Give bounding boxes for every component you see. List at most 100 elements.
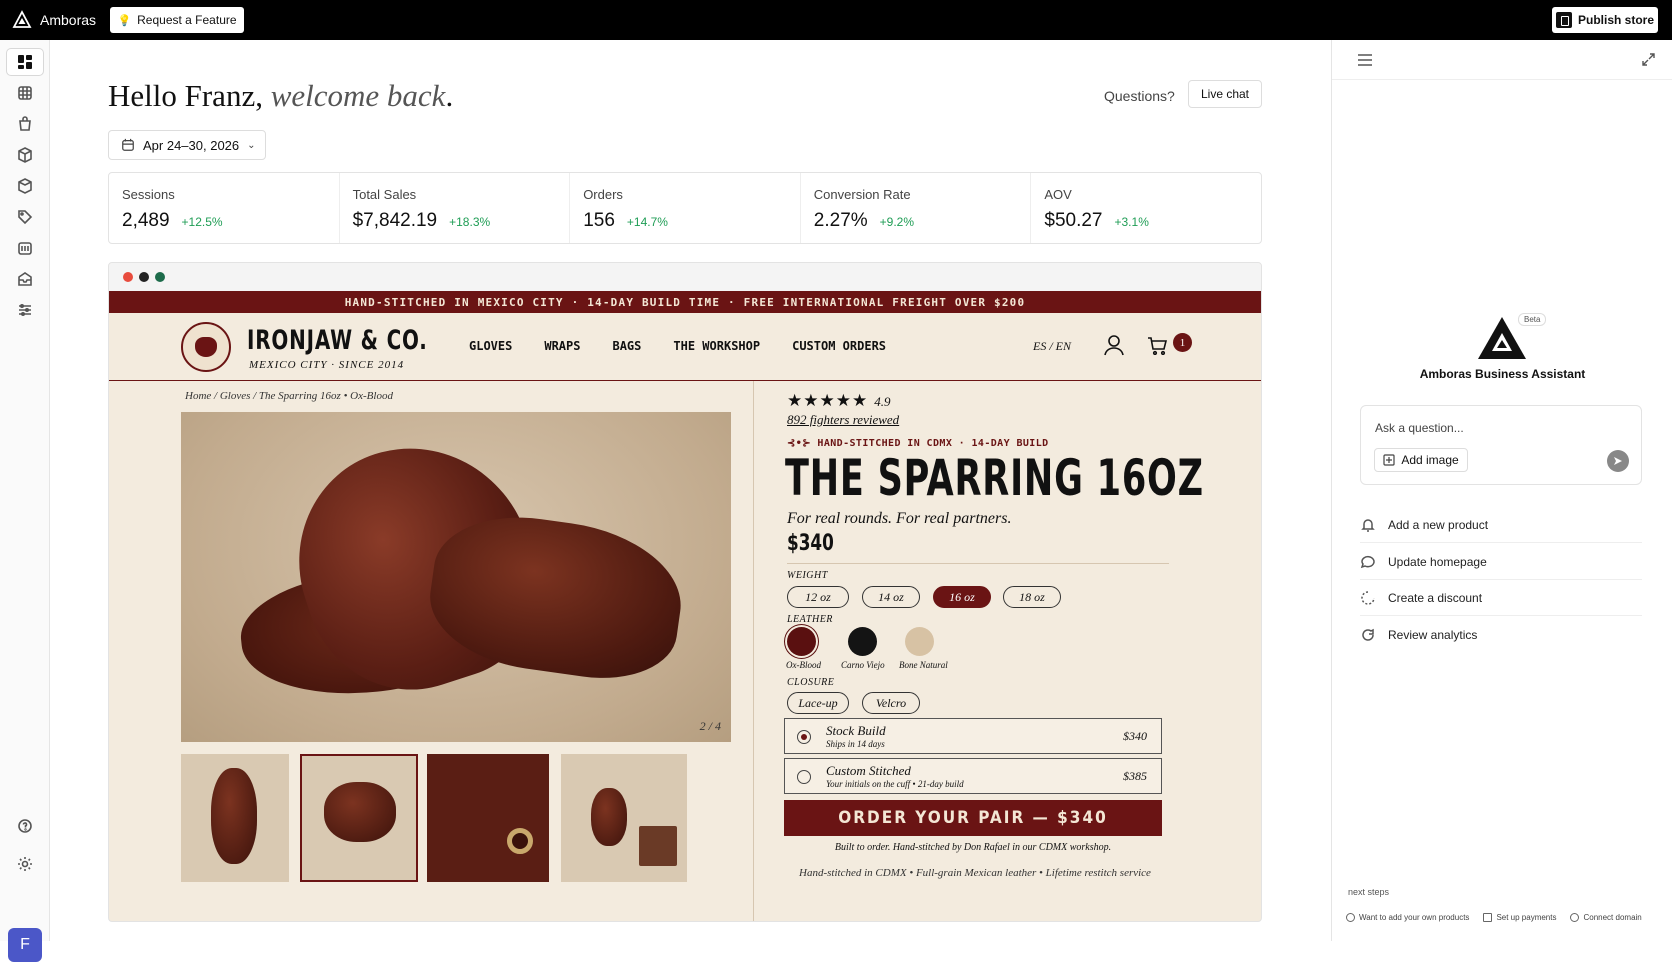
leather-swatch-carno-viejo[interactable] xyxy=(848,627,877,656)
nav-settings-sliders[interactable] xyxy=(6,296,44,324)
action-create-discount[interactable]: Create a discount xyxy=(1360,580,1642,616)
stat-change: +9.2% xyxy=(879,215,915,229)
leather-swatch-ox-blood[interactable] xyxy=(787,627,816,656)
product-thumbnail[interactable] xyxy=(427,754,549,882)
add-image-label: Add image xyxy=(1401,453,1459,467)
brand[interactable]: Amboras xyxy=(12,10,96,30)
ask-question-box[interactable]: Ask a question... Add image xyxy=(1360,405,1642,485)
radio[interactable] xyxy=(797,770,811,784)
next-step-payments[interactable]: Set up payments xyxy=(1483,913,1556,922)
stat-conversion-rate[interactable]: Conversion Rate 2.27% +9.2% xyxy=(801,173,1032,243)
next-step-label: Set up payments xyxy=(1496,913,1557,922)
reviews-link[interactable]: 892 fighters reviewed xyxy=(787,412,899,428)
rating-stars: ★★★★★ 4.9 xyxy=(787,391,890,411)
weight-option[interactable]: 18 oz xyxy=(1003,586,1061,608)
live-chat-button[interactable]: Live chat xyxy=(1188,80,1262,108)
next-steps-row: Want to add your own products Set up pay… xyxy=(1346,913,1666,922)
shop-nav-custom-orders[interactable]: CUSTOM ORDERS xyxy=(792,339,886,353)
language-switch[interactable]: ES / EN xyxy=(1033,339,1071,354)
boxing-gloves-logo-icon[interactable] xyxy=(181,322,231,372)
swatch-label: Carno Viejo xyxy=(841,660,885,670)
menu-icon[interactable] xyxy=(1358,54,1372,66)
date-range-picker[interactable]: Apr 24–30, 2026 ⌄ xyxy=(108,130,266,160)
shop-name[interactable]: IRONJAW & CO. xyxy=(247,325,428,356)
shop-nav-wraps[interactable]: WRAPS xyxy=(544,339,580,353)
weight-option[interactable]: 12 oz xyxy=(787,586,849,608)
weight-option-selected[interactable]: 16 oz xyxy=(933,586,991,608)
user-icon[interactable] xyxy=(1104,334,1124,356)
build-detail: Ships in 14 days xyxy=(826,739,885,749)
brand-name: Amboras xyxy=(40,12,97,28)
nav-tag[interactable] xyxy=(6,203,44,231)
questions-label: Questions? xyxy=(1104,88,1175,104)
build-title: Stock Build xyxy=(826,723,886,738)
nav-settings[interactable] xyxy=(6,850,44,878)
nav-help[interactable] xyxy=(6,812,44,840)
shop-nav-gloves[interactable]: GLOVES xyxy=(469,339,512,353)
action-add-product[interactable]: Add a new product xyxy=(1360,507,1642,543)
stat-value: $50.27 xyxy=(1044,210,1103,231)
nav-dashboard[interactable] xyxy=(6,48,44,76)
avatar[interactable]: F xyxy=(8,928,42,962)
build-option-stock[interactable]: Stock Build Ships in 14 days $340 xyxy=(784,718,1162,754)
add-image-button[interactable]: Add image xyxy=(1374,448,1468,472)
cart-count-badge: 1 xyxy=(1173,333,1192,352)
calendar-icon xyxy=(18,242,32,255)
shop-nav-workshop[interactable]: THE WORKSHOP xyxy=(673,339,760,353)
window-close-dot xyxy=(123,272,133,282)
request-feature-button[interactable]: 💡 Request a Feature xyxy=(110,7,244,33)
radio-selected[interactable] xyxy=(797,730,811,744)
action-review-analytics[interactable]: Review analytics xyxy=(1360,617,1642,653)
greeting: Hello Franz, welcome back. xyxy=(108,78,453,114)
stat-value: 2.27% xyxy=(813,210,868,231)
action-update-homepage[interactable]: Update homepage xyxy=(1360,544,1642,580)
settings-icon xyxy=(18,857,32,871)
browser-bar xyxy=(109,263,1261,291)
ask-question-input[interactable]: Ask a question... xyxy=(1375,421,1464,435)
nav-inbox[interactable] xyxy=(6,265,44,293)
card-icon xyxy=(1483,913,1493,922)
expand-icon[interactable] xyxy=(1642,53,1655,66)
product-price: $340 xyxy=(787,531,834,556)
closure-option[interactable]: Lace-up xyxy=(787,692,849,714)
build-option-custom[interactable]: Custom Stitched Your initials on the cuf… xyxy=(784,758,1162,794)
main-content: Hello Franz, welcome back. Questions? Li… xyxy=(50,40,1330,941)
shop-nav-bags[interactable]: BAGS xyxy=(612,339,641,353)
next-step-domain[interactable]: Connect domain xyxy=(1570,913,1642,922)
footer-note: Hand-stitched in CDMX • Full-grain Mexic… xyxy=(799,867,1151,879)
closure-option[interactable]: Velcro xyxy=(862,692,920,714)
send-button[interactable] xyxy=(1607,450,1629,472)
stats-bar: Sessions 2,489 +12.5% Total Sales $7,842.… xyxy=(108,172,1262,244)
next-steps-label: next steps xyxy=(1348,887,1390,897)
shop-subtitle: MEXICO CITY · SINCE 2014 xyxy=(249,359,405,371)
product-thumbnail-selected[interactable] xyxy=(300,754,418,882)
nav-grid[interactable] xyxy=(6,79,44,107)
weight-option[interactable]: 14 oz xyxy=(862,586,920,608)
stat-total-sales[interactable]: Total Sales $7,842.19 +18.3% xyxy=(340,173,571,243)
product-thumbnail[interactable] xyxy=(561,754,687,882)
nav-box[interactable] xyxy=(6,141,44,169)
greeting-period: . xyxy=(445,78,454,113)
breadcrumb[interactable]: Home / Gloves / The Sparring 16oz • Ox-B… xyxy=(185,390,393,402)
product-thumbnail[interactable] xyxy=(181,754,289,882)
product-main-image[interactable]: 2 / 4 xyxy=(181,412,731,742)
stat-label: Orders xyxy=(583,187,623,202)
stat-sessions[interactable]: Sessions 2,489 +12.5% xyxy=(109,173,340,243)
order-button[interactable]: ORDER YOUR PAIR — $340 xyxy=(784,800,1162,836)
divider xyxy=(787,563,1169,564)
rating-value: 4.9 xyxy=(874,394,891,409)
publish-store-button[interactable]: Publish store xyxy=(1552,7,1658,33)
cart-icon[interactable] xyxy=(1147,337,1167,355)
stat-label: Total Sales xyxy=(352,187,417,202)
stat-change: +3.1% xyxy=(1114,215,1149,229)
stat-aov[interactable]: AOV $50.27 +3.1% xyxy=(1031,173,1261,243)
nav-calendar[interactable] xyxy=(6,234,44,262)
needle-icon: ⊰•⊱ xyxy=(787,438,818,449)
stat-value: 2,489 xyxy=(122,210,170,231)
nav-cube[interactable] xyxy=(6,172,44,200)
stat-orders[interactable]: Orders 156 +14.7% xyxy=(570,173,801,243)
nav-bag[interactable] xyxy=(6,110,44,138)
leather-swatch-bone-natural[interactable] xyxy=(905,627,934,656)
store-preview: HAND-STITCHED IN MEXICO CITY · 14-DAY BU… xyxy=(108,262,1262,922)
next-step-add-products[interactable]: Want to add your own products xyxy=(1346,913,1469,922)
